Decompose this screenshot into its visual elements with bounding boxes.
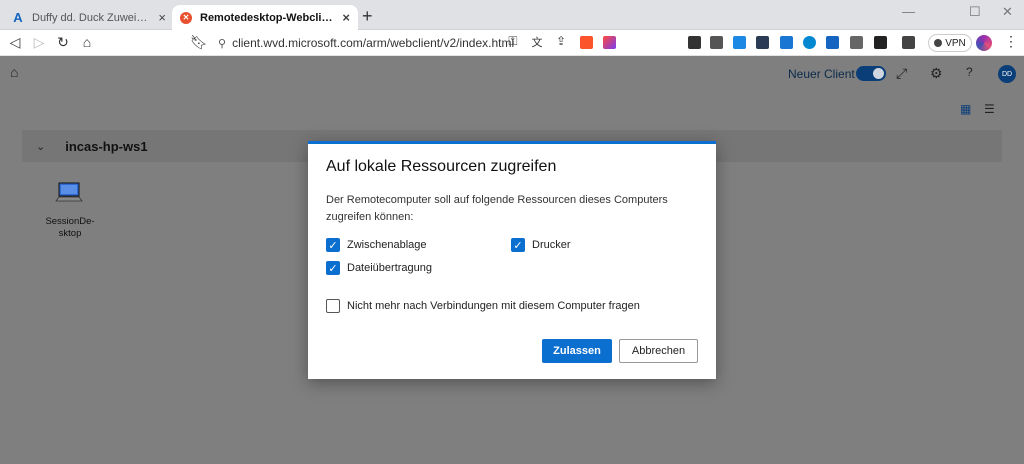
printer-checkbox-row[interactable]: ✓ Drucker xyxy=(511,238,571,252)
list-view-icon[interactable]: ☰ xyxy=(984,102,995,116)
neuer-client-label: Neuer Client xyxy=(788,67,855,81)
minimize-icon[interactable]: — xyxy=(902,4,915,19)
home-icon[interactable]: ⌂ xyxy=(10,64,18,80)
allow-button[interactable]: Zulassen xyxy=(542,339,612,363)
site-info-icon[interactable]: ⚲ xyxy=(218,37,226,50)
extension-icon[interactable] xyxy=(826,36,839,49)
clipboard-label: Zwischenablage xyxy=(347,239,427,251)
dont-ask-label: Nicht mehr nach Verbindungen mit diesem … xyxy=(347,300,640,312)
home-icon[interactable]: ⌂ xyxy=(78,34,96,50)
fullscreen-icon[interactable]: ⤢ xyxy=(896,65,907,82)
clipboard-checkbox[interactable]: ✓ xyxy=(326,238,340,252)
window-close-icon[interactable]: ✕ xyxy=(1002,4,1013,20)
local-resources-dialog: Auf lokale Ressourcen zugreifen Der Remo… xyxy=(308,141,716,379)
menu-icon[interactable]: ⋮ xyxy=(1004,33,1018,50)
browser-toolbar: ◁ ▷ ↻ ⌂ 🔖︎ ⚲ client.wvd.microsoft.com/ar… xyxy=(0,30,1024,56)
cancel-button[interactable]: Abbrechen xyxy=(619,339,698,363)
dialog-title: Auf lokale Ressourcen zugreifen xyxy=(326,158,557,175)
resource-label[interactable]: SessionDe- sktop xyxy=(30,216,110,240)
extension-icon[interactable] xyxy=(780,36,793,49)
avatar[interactable]: DD xyxy=(998,65,1016,83)
vpn-icon xyxy=(934,39,943,47)
file-transfer-label: Dateiübertragung xyxy=(347,262,433,274)
brave-shields-icon[interactable] xyxy=(580,36,593,49)
printer-checkbox[interactable]: ✓ xyxy=(511,238,525,252)
extension-icon[interactable] xyxy=(733,36,746,49)
azure-icon: A xyxy=(13,10,23,25)
file-transfer-checkbox[interactable]: ✓ xyxy=(326,261,340,275)
chevron-down-icon[interactable]: ⌄ xyxy=(36,140,45,153)
tile-view-icon[interactable]: ▦ xyxy=(960,102,971,116)
wallet-icon[interactable] xyxy=(902,36,915,49)
browser-tab-remote-desktop[interactable]: ✕ Remotedesktop-Webclient × xyxy=(172,5,358,30)
toggle-knob xyxy=(873,68,884,79)
translate-icon[interactable]: 文 xyxy=(528,34,546,50)
vpn-label: VPN xyxy=(945,37,966,49)
profile-avatar[interactable] xyxy=(976,35,992,51)
remote-desktop-icon: ✕ xyxy=(180,11,192,24)
neuer-client-toggle[interactable] xyxy=(856,66,886,81)
key-icon[interactable]: ⚿ xyxy=(504,34,522,49)
dont-ask-checkbox[interactable] xyxy=(326,299,340,313)
printer-label: Drucker xyxy=(532,239,571,251)
share-icon[interactable]: ⇪ xyxy=(552,34,570,48)
gear-icon[interactable]: ⚙ xyxy=(930,65,943,82)
reload-icon[interactable]: ↻ xyxy=(54,34,72,51)
clipboard-checkbox-row[interactable]: ✓ Zwischenablage xyxy=(326,238,427,252)
extension-icon[interactable] xyxy=(688,36,701,49)
new-tab-button[interactable]: + xyxy=(362,6,373,27)
maximize-icon[interactable]: ☐ xyxy=(969,4,981,20)
close-icon[interactable]: × xyxy=(158,10,166,25)
tab-title: Remotedesktop-Webclient xyxy=(200,11,337,24)
dont-ask-checkbox-row[interactable]: Nicht mehr nach Verbindungen mit diesem … xyxy=(326,299,640,313)
extension-icon[interactable] xyxy=(710,36,723,49)
brave-rewards-icon[interactable] xyxy=(603,36,616,49)
url-text: client.wvd.microsoft.com/arm/webclient/v… xyxy=(232,36,515,50)
vpn-button[interactable]: VPN xyxy=(928,34,972,52)
file-transfer-checkbox-row[interactable]: ✓ Dateiübertragung xyxy=(326,261,432,275)
close-icon[interactable]: × xyxy=(342,10,350,25)
help-icon[interactable]: ? xyxy=(966,65,973,79)
desktop-computer-icon[interactable] xyxy=(55,182,83,202)
back-icon[interactable]: ◁ xyxy=(6,34,24,51)
dialog-description: Der Remotecomputer soll auf folgende Res… xyxy=(326,194,668,223)
sidebar-icon[interactable] xyxy=(874,36,887,49)
tab-title: Duffy dd. Duck Zuweisungen – drilling-av xyxy=(32,11,153,24)
extension-icon[interactable] xyxy=(756,36,769,49)
extensions-puzzle-icon[interactable] xyxy=(850,36,863,49)
extension-icon[interactable] xyxy=(803,36,816,49)
group-name: incas-hp-ws1 xyxy=(65,138,148,154)
browser-tab-azure[interactable]: A Duffy dd. Duck Zuweisungen – drilling-… xyxy=(4,5,174,30)
browser-tabstrip: A Duffy dd. Duck Zuweisungen – drilling-… xyxy=(0,0,1024,30)
forward-icon[interactable]: ▷ xyxy=(30,34,48,51)
